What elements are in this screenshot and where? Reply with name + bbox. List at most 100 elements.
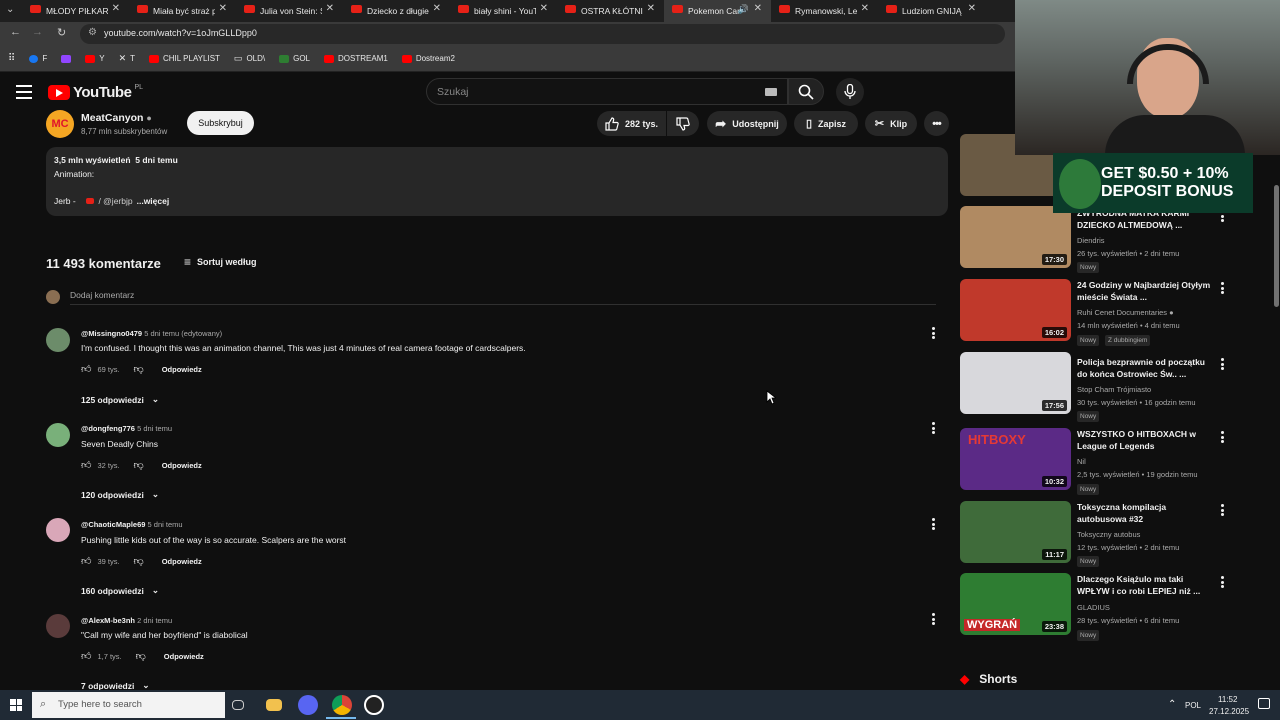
thumbs-down-icon[interactable]: 👎︎ [134, 459, 144, 471]
description-box[interactable]: 3,5 mln wyświetleń 5 dni temu Animation:… [46, 147, 948, 216]
bookmark-item[interactable]: CHIL PLAYLIST [149, 54, 220, 63]
more-link[interactable]: ...więcej [137, 196, 170, 206]
tray-chevron-icon[interactable]: ⌃ [1168, 699, 1176, 710]
more-vert-icon[interactable] [932, 327, 938, 339]
more-vert-icon[interactable] [932, 518, 938, 530]
more-actions-button[interactable]: ••• [924, 111, 949, 136]
video-channel[interactable]: GLADIUS [1077, 603, 1110, 612]
video-channel[interactable]: Toksyczny autobus [1077, 530, 1140, 539]
thumbs-down-icon[interactable]: 👎︎ [136, 650, 146, 662]
input-language[interactable]: POL [1185, 701, 1201, 710]
close-icon[interactable]: ✕ [219, 3, 227, 14]
back-icon[interactable]: ← [10, 26, 21, 38]
windows-start-icon[interactable] [10, 699, 22, 711]
channel-avatar[interactable]: MC [46, 110, 74, 138]
video-thumbnail[interactable]: 16:02 [960, 279, 1071, 341]
clip-button[interactable]: ✂ Klip [865, 111, 917, 136]
thumbs-up-icon[interactable]: 👍︎ [81, 650, 91, 662]
youtube-logo[interactable]: YouTube PL [48, 84, 143, 101]
bookmark-item[interactable] [61, 54, 72, 63]
file-explorer-icon[interactable] [266, 699, 282, 711]
close-icon[interactable]: ✕ [326, 3, 334, 14]
video-channel[interactable]: Stop Cham Trójmiasto [1077, 385, 1151, 394]
menu-icon[interactable] [16, 85, 32, 99]
more-vert-icon[interactable] [1221, 431, 1225, 443]
app-icon[interactable] [364, 695, 384, 715]
app-icon[interactable] [298, 695, 318, 715]
bookmark-item[interactable]: Dostream2 [401, 54, 455, 63]
more-vert-icon[interactable] [932, 422, 938, 434]
video-channel[interactable]: Ruhi Cenet Documentaries ● [1077, 308, 1174, 317]
sort-button[interactable]: ≡ Sortuj według [184, 255, 257, 269]
close-icon[interactable]: ✕ [861, 3, 869, 14]
clock-date[interactable]: 27.12.2025 [1209, 707, 1249, 716]
bookmark-item[interactable]: F [29, 54, 47, 63]
more-vert-icon[interactable] [1221, 504, 1225, 516]
more-vert-icon[interactable] [1221, 358, 1225, 370]
dislike-button[interactable] [667, 111, 699, 136]
close-icon[interactable]: ✕ [647, 3, 655, 14]
more-vert-icon[interactable] [1221, 282, 1225, 294]
browser-tab[interactable]: OSTRA KŁÓTNIA ✕ [557, 0, 664, 22]
task-view-icon[interactable] [232, 700, 244, 710]
video-title[interactable]: Policja bezprawnie od początku do końca … [1077, 356, 1213, 380]
thumbs-up-icon[interactable]: 👍︎ [81, 459, 91, 471]
clock-time[interactable]: 11:52 [1218, 695, 1237, 704]
forward-icon[interactable]: → [32, 26, 43, 38]
video-title[interactable]: WSZYSTKO O HITBOXACH w League of Legends [1077, 428, 1213, 452]
reply-button[interactable]: Odpowiedz [162, 365, 202, 374]
close-icon[interactable]: ✕ [433, 3, 441, 14]
search-button[interactable] [788, 78, 824, 105]
chrome-icon[interactable] [332, 695, 352, 715]
browser-tab[interactable]: Rymanowski, Lew ✕ [771, 0, 878, 22]
url-field[interactable]: ⚙ youtube.com/watch?v=1oJmGLLDpp0 [80, 24, 1005, 44]
browser-tab-active[interactable]: Pokemon Car 🔊 ✕ [664, 0, 771, 22]
video-channel[interactable]: Diendris [1077, 236, 1105, 245]
avatar[interactable] [46, 614, 70, 638]
close-icon[interactable]: ✕ [968, 3, 976, 14]
channel-name[interactable]: MeatCanyon ● [81, 112, 152, 124]
apps-grid-icon[interactable]: ⠿ [8, 53, 15, 64]
search-input[interactable]: Szukaj [426, 78, 788, 105]
reload-icon[interactable]: ↻ [57, 26, 66, 39]
close-icon[interactable]: ✕ [540, 3, 548, 14]
video-thumbnail[interactable]: HITBOXY 10:32 [960, 428, 1071, 490]
voice-search-button[interactable] [836, 78, 864, 106]
thumbs-down-icon[interactable]: 👎︎ [134, 363, 144, 375]
avatar[interactable] [46, 518, 70, 542]
avatar[interactable] [46, 423, 70, 447]
replies-toggle[interactable]: 160 odpowiedzi ⌄ [81, 585, 159, 596]
replies-toggle[interactable]: 125 odpowiedzi ⌄ [81, 394, 159, 405]
more-vert-icon[interactable] [932, 613, 938, 625]
bookmark-item[interactable]: Y [85, 54, 105, 63]
video-thumbnail[interactable]: 11:17 [960, 501, 1071, 563]
taskbar-search[interactable]: ⌕ Type here to search [32, 692, 225, 718]
bookmark-item[interactable]: ✕ T [119, 53, 135, 64]
notification-icon[interactable] [1258, 698, 1270, 709]
thumbs-down-icon[interactable]: 👎︎ [134, 555, 144, 567]
like-button[interactable]: 282 tys. [597, 111, 666, 136]
bookmark-item[interactable]: DOSTREAM1 [324, 54, 388, 63]
video-channel[interactable]: Nil [1077, 457, 1086, 466]
video-thumbnail[interactable]: WYGRAŃ 23:38 [960, 573, 1071, 635]
bookmark-item[interactable]: GOL [279, 54, 310, 63]
video-title[interactable]: Toksyczna kompilacja autobusowa #32 [1077, 501, 1213, 525]
scrollbar-thumb[interactable] [1274, 185, 1279, 307]
video-thumbnail[interactable]: 17:30 [960, 206, 1071, 268]
video-thumbnail[interactable]: 17:56 [960, 352, 1071, 414]
bookmark-folder[interactable]: ▭ OLD\ [234, 53, 265, 64]
avatar[interactable] [46, 328, 70, 352]
site-info-icon[interactable]: ⚙ [88, 27, 97, 38]
speaker-icon[interactable]: 🔊 [738, 4, 749, 15]
close-icon[interactable]: ✕ [112, 3, 120, 14]
tab-list-icon[interactable]: ⌄ [6, 4, 14, 15]
more-vert-icon[interactable] [1221, 576, 1225, 588]
video-title[interactable]: 24 Godziny w Najbardziej Otyłym mieście … [1077, 279, 1213, 303]
subscribe-button[interactable]: Subskrybuj [187, 111, 254, 135]
keyboard-icon[interactable] [765, 88, 777, 96]
share-button[interactable]: ➦ Udostępnij [707, 111, 787, 136]
add-comment-input[interactable]: Dodaj komentarz [70, 290, 134, 300]
thumbs-up-icon[interactable]: 👍︎ [81, 555, 91, 567]
reply-button[interactable]: Odpowiedz [162, 461, 202, 470]
save-button[interactable]: ▯ Zapisz [794, 111, 858, 136]
